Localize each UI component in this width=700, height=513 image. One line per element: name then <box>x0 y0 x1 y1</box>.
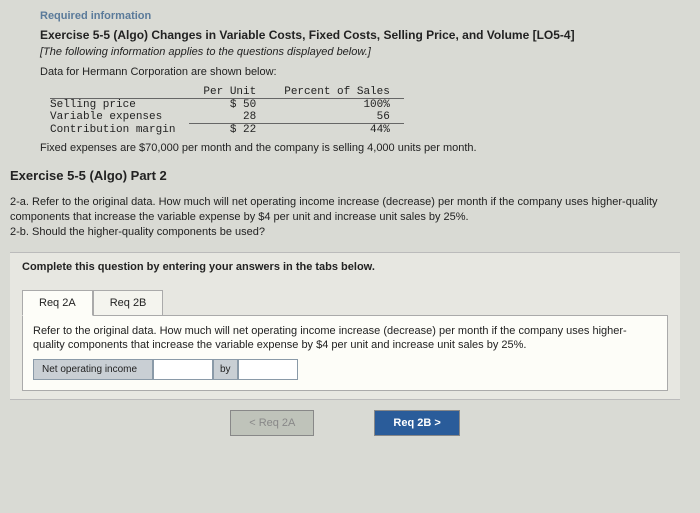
fixed-expenses-line: Fixed expenses are $70,000 per month and… <box>40 142 680 154</box>
answer-box: Complete this question by entering your … <box>10 252 680 401</box>
question-text: 2-a. Refer to the original data. How muc… <box>10 195 680 240</box>
complete-instruction: Complete this question by entering your … <box>22 261 668 273</box>
amount-input[interactable] <box>238 359 298 380</box>
table-row: Selling price $ 50 100% <box>50 99 404 112</box>
input-row: Net operating income by <box>33 359 657 380</box>
panel-question-text: Refer to the original data. How much wil… <box>33 324 657 354</box>
prev-req-button[interactable]: < Req 2A <box>230 410 314 436</box>
data-table: Per Unit Percent of Sales Selling price … <box>50 86 404 136</box>
table-row: Variable expenses 28 56 <box>50 111 404 124</box>
tab-req-2a[interactable]: Req 2A <box>22 290 93 316</box>
col-per-unit: Per Unit <box>189 86 270 99</box>
col-percent-sales: Percent of Sales <box>270 86 404 99</box>
table-row: Contribution margin $ 22 44% <box>50 124 404 137</box>
tab-req-2b[interactable]: Req 2B <box>93 290 164 316</box>
by-label: by <box>213 359 238 380</box>
required-info-label: Required information <box>40 10 680 22</box>
part-title: Exercise 5-5 (Algo) Part 2 <box>10 168 680 183</box>
tabs: Req 2A Req 2B <box>22 289 668 315</box>
net-operating-income-label: Net operating income <box>33 359 153 380</box>
direction-input[interactable] <box>153 359 213 380</box>
next-req-button[interactable]: Req 2B > <box>374 410 459 436</box>
applies-note: [The following information applies to th… <box>40 46 680 58</box>
tab-panel: Refer to the original data. How much wil… <box>22 315 668 392</box>
exercise-title: Exercise 5-5 (Algo) Changes in Variable … <box>40 28 680 42</box>
data-intro: Data for Hermann Corporation are shown b… <box>40 66 680 78</box>
